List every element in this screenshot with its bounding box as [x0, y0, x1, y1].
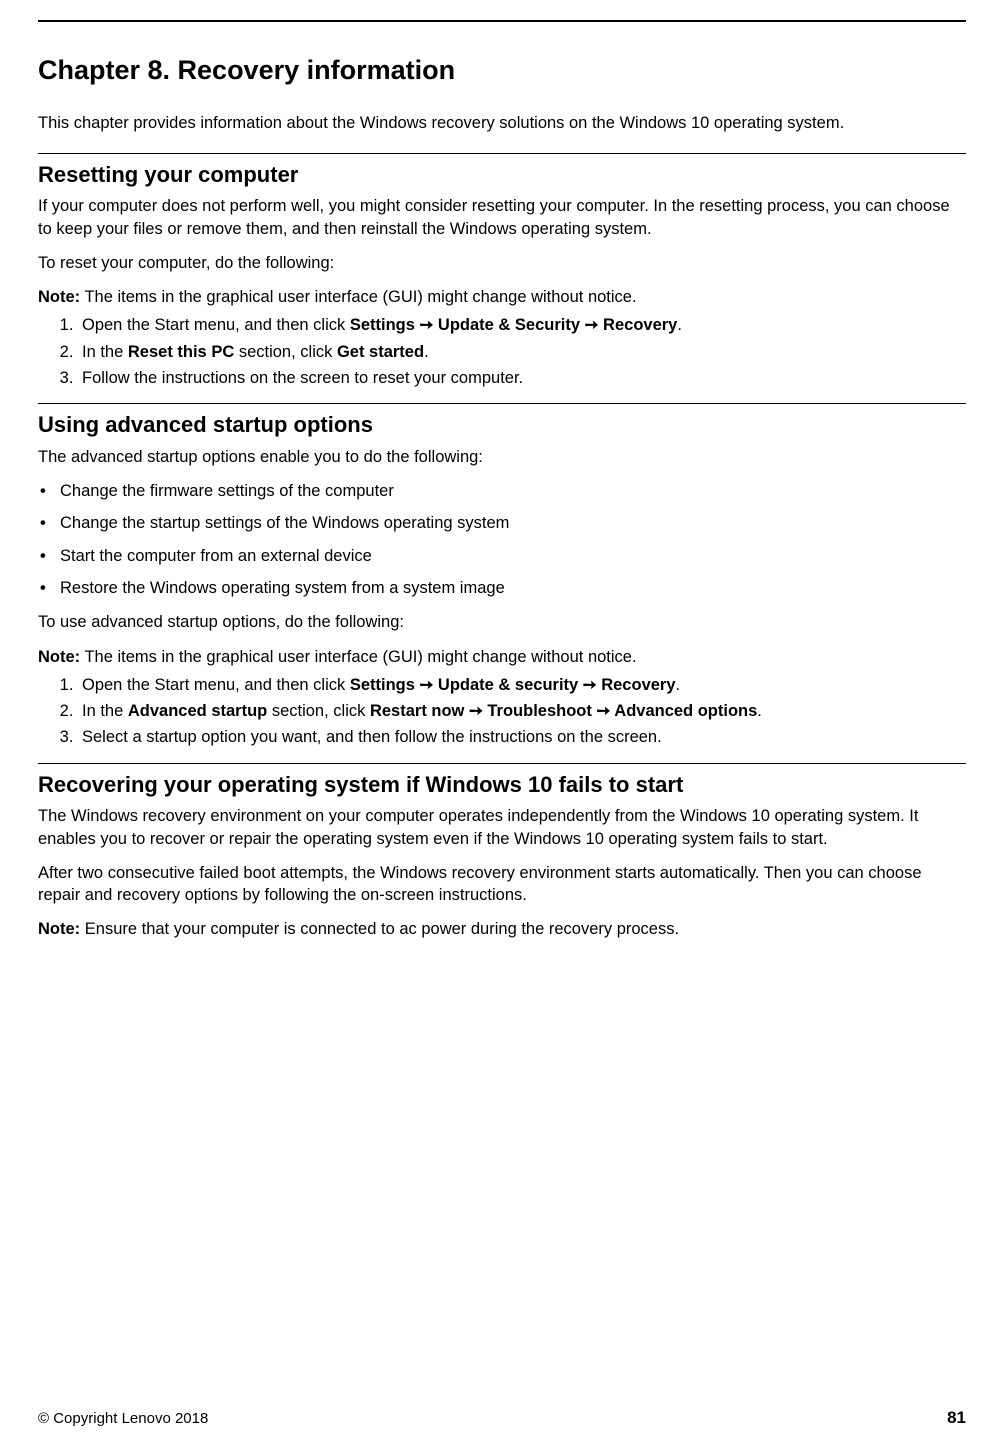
sec2-step1: Open the Start menu, and then click Sett… [78, 674, 966, 696]
arrow-icon: ➙ [415, 316, 438, 334]
sec1-note: Note: The items in the graphical user in… [38, 286, 966, 308]
sec2-bullet: Restore the Windows operating system fro… [38, 577, 966, 599]
copyright: © Copyright Lenovo 2018 [38, 1409, 208, 1429]
arrow-icon: ➙ [578, 676, 601, 694]
note-text: The items in the graphical user interfac… [80, 648, 636, 666]
sec1-step2: In the Reset this PC section, click Get … [78, 341, 966, 363]
bold-text: Advanced options [614, 702, 757, 720]
bold-text: Update & Security [438, 316, 580, 334]
text: . [757, 702, 762, 720]
section-rule [38, 403, 966, 404]
sec1-step1: Open the Start menu, and then click Sett… [78, 314, 966, 336]
note-text: Ensure that your computer is connected t… [80, 920, 679, 938]
top-rule [38, 20, 966, 22]
arrow-icon: ➙ [415, 676, 438, 694]
sec3-heading: Recovering your operating system if Wind… [38, 770, 966, 800]
sec2-heading: Using advanced startup options [38, 410, 966, 440]
sec2-note: Note: The items in the graphical user in… [38, 646, 966, 668]
bold-text: Restart now [370, 702, 464, 720]
page: Chapter 8. Recovery information This cha… [0, 0, 1004, 1456]
note-label: Note: [38, 288, 80, 306]
bold-text: Recovery [601, 676, 675, 694]
text: . [677, 316, 682, 334]
intro-paragraph: This chapter provides information about … [38, 112, 966, 134]
chapter-title: Chapter 8. Recovery information [38, 52, 966, 88]
sec2-bullets: Change the firmware settings of the comp… [38, 480, 966, 599]
text: section, click [267, 702, 370, 720]
sec1-step3: Follow the instructions on the screen to… [78, 367, 966, 389]
bold-text: Settings [350, 316, 415, 334]
sec2-bullet: Change the firmware settings of the comp… [38, 480, 966, 502]
text: . [424, 343, 429, 361]
sec2-steps: Open the Start menu, and then click Sett… [38, 674, 966, 749]
bold-text: Reset this PC [128, 343, 234, 361]
sec1-para2: To reset your computer, do the following… [38, 252, 966, 274]
bold-text: Advanced startup [128, 702, 267, 720]
arrow-icon: ➙ [580, 316, 603, 334]
sec1-para1: If your computer does not perform well, … [38, 195, 966, 240]
bold-text: Settings [350, 676, 415, 694]
sec3-note: Note: Ensure that your computer is conne… [38, 918, 966, 940]
arrow-icon: ➙ [464, 702, 487, 720]
text: . [676, 676, 681, 694]
text: In the [82, 702, 128, 720]
section-rule [38, 763, 966, 764]
text: Open the Start menu, and then click [82, 316, 350, 334]
sec3-para1: The Windows recovery environment on your… [38, 805, 966, 850]
bold-text: Get started [337, 343, 424, 361]
sec1-steps: Open the Start menu, and then click Sett… [38, 314, 966, 389]
sec3-para2: After two consecutive failed boot attemp… [38, 862, 966, 907]
note-label: Note: [38, 920, 80, 938]
text: section, click [234, 343, 337, 361]
bold-text: Recovery [603, 316, 677, 334]
note-text: The items in the graphical user interfac… [80, 288, 636, 306]
text: In the [82, 343, 128, 361]
page-number: 81 [947, 1407, 966, 1430]
note-label: Note: [38, 648, 80, 666]
sec2-step3: Select a startup option you want, and th… [78, 726, 966, 748]
sec1-heading: Resetting your computer [38, 160, 966, 190]
text: Open the Start menu, and then click [82, 676, 350, 694]
section-rule [38, 153, 966, 154]
sec2-bullet: Change the startup settings of the Windo… [38, 512, 966, 534]
arrow-icon: ➙ [592, 702, 614, 720]
sec2-para1: The advanced startup options enable you … [38, 446, 966, 468]
bold-text: Troubleshoot [487, 702, 592, 720]
bold-text: Update & security [438, 676, 578, 694]
sec2-bullet: Start the computer from an external devi… [38, 545, 966, 567]
sec2-para2: To use advanced startup options, do the … [38, 611, 966, 633]
sec2-step2: In the Advanced startup section, click R… [78, 700, 966, 722]
page-footer: © Copyright Lenovo 2018 81 [38, 1407, 966, 1430]
